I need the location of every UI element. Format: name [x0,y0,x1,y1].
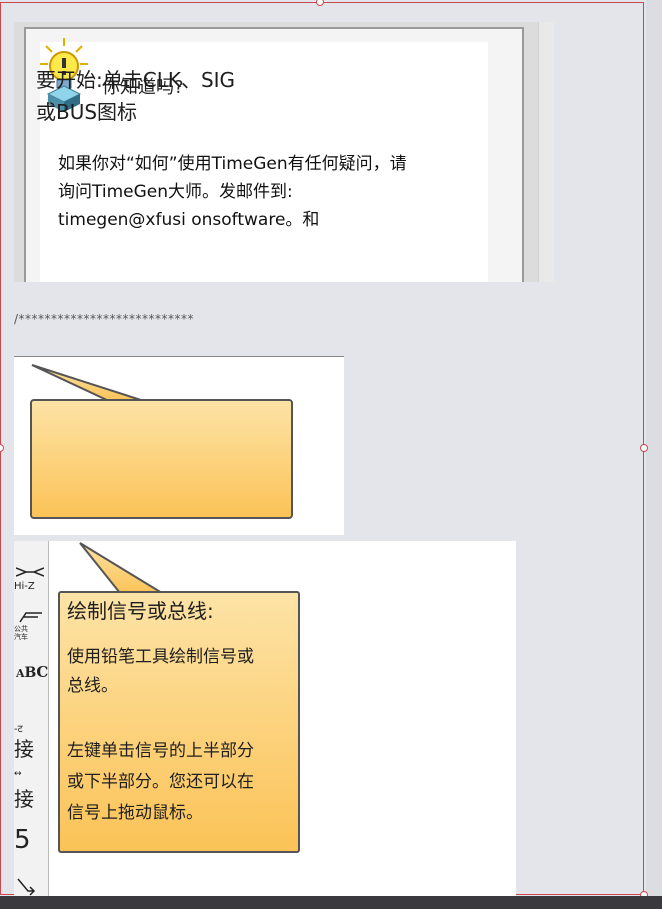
right-margin [646,0,662,909]
tip-scrollbar[interactable] [538,22,554,282]
resize-handle-right[interactable] [640,444,648,452]
draw-para1-line: 使用铅笔工具绘制信号或 [67,647,254,667]
start-callout-image [14,356,344,535]
tip-line: timegen@xfusi onsoftware。和 [58,210,320,230]
draw-callout-title: 绘制信号或总线: [67,599,214,623]
bottom-bar [0,896,662,909]
start-callout [30,399,293,519]
draw-para1-line: 总线。 [67,676,118,696]
tip-body: 如果你对“如何”使用TimeGen有任何疑问，请 询问TimeGen大师。发邮件… [58,150,478,234]
draw-para2-line: 信号上拖动鼠标。 [67,803,203,823]
tip-line: 询问TimeGen大师。发邮件到: [58,182,293,202]
start-line: 或BUS图标 [36,100,138,124]
draw-para2-line: 或下半部分。您还可以在 [67,772,254,792]
draw-para2-line: 左键单击信号的上半部分 [67,741,254,761]
start-callout-text: 要开始:单击CLK、SIG 或BUS图标 [36,64,235,128]
start-line: 要开始:单击CLK、SIG [36,68,236,92]
tip-line: 如果你对“如何”使用TimeGen有任何疑问，请 [58,154,407,174]
separator-text: /*************************** [14,312,195,326]
